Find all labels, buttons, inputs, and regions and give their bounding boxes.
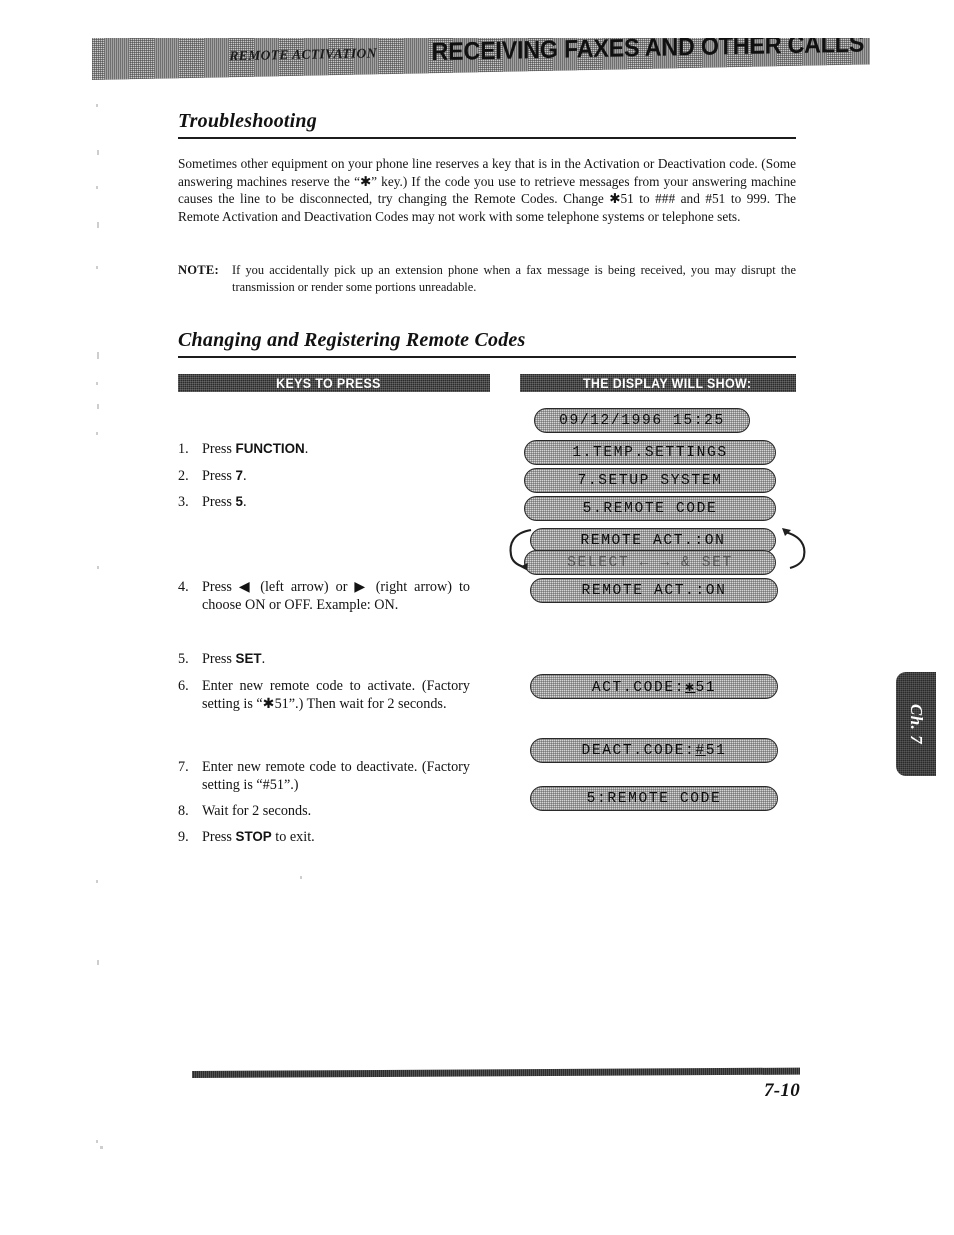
step-1-post: . — [304, 441, 309, 457]
scan-artifact — [97, 352, 99, 359]
column-header-display-label: THE DISPLAY WILL SHOW: — [582, 375, 752, 391]
step-7-number: 7. — [178, 759, 189, 775]
note-block: NOTE: If you accidentally pick up an ext… — [178, 262, 796, 295]
scan-artifact — [96, 382, 98, 385]
step-7: 7. Enter new remote code to deactivate. … — [178, 758, 470, 795]
heading-troubleshooting: Troubleshooting — [178, 110, 317, 132]
display-temp-settings: 1.TEMP.SETTINGS — [524, 440, 776, 465]
step-7-text: Enter new remote code to deactivate. (Fa… — [202, 759, 470, 794]
step-4-text: Press ◀ (left arrow) or ▶ (right arrow) … — [202, 579, 470, 614]
step-2-key: 7 — [235, 468, 243, 483]
step-1-number: 1. — [178, 441, 189, 457]
step-9-number: 9. — [178, 829, 189, 845]
step-8-text: Wait for 2 seconds. — [202, 803, 312, 819]
manual-page: REMOTE ACTIVATION RECEIVING FAXES AND OT… — [0, 0, 954, 1235]
step-6: 6. Enter new remote code to activate. (F… — [178, 677, 470, 714]
step-5-number: 5. — [178, 651, 189, 667]
heading-rule-2 — [178, 356, 796, 359]
scan-artifact — [96, 186, 98, 189]
step-1-key: FUNCTION — [235, 441, 305, 456]
scan-artifact — [96, 880, 98, 883]
scan-artifact — [96, 432, 98, 435]
column-header-keys: KEYS TO PRESS — [178, 374, 490, 392]
display-remote-act-on-2: REMOTE ACT.:ON — [530, 578, 778, 603]
display-select-and-set: SELECT ← → & SET — [524, 550, 776, 575]
step-3-number: 3. — [178, 494, 189, 510]
display-act-code: ACT.CODE:✱51 — [530, 674, 778, 699]
step-2-post: . — [242, 468, 247, 484]
step-9: 9. Press STOP to exit. — [178, 828, 478, 846]
step-5-pre: Press — [202, 651, 236, 667]
note-text: If you accidentally pick up an extension… — [232, 263, 796, 294]
header-section-label: REMOTE ACTIVATION — [229, 45, 377, 64]
step-9-post: to exit. — [271, 829, 315, 845]
step-3-post: . — [242, 494, 247, 510]
step-8-number: 8. — [178, 803, 189, 819]
scan-artifact — [97, 150, 99, 155]
loop-arrow-right — [779, 524, 813, 576]
step-8: 8. Wait for 2 seconds. — [178, 802, 478, 820]
display-setup-system: 7.SETUP SYSTEM — [524, 468, 776, 493]
footer-rule — [192, 1067, 800, 1078]
display-datetime: 09/12/1996 15:25 — [534, 408, 750, 433]
step-2-number: 2. — [178, 468, 189, 484]
step-5: 5. Press SET. — [178, 650, 478, 668]
heading-rule — [178, 137, 796, 140]
step-2-pre: Press — [202, 468, 236, 484]
scan-artifact — [300, 876, 302, 879]
loop-arrow-left — [503, 524, 537, 576]
column-header-display: THE DISPLAY WILL SHOW: — [520, 374, 796, 392]
step-4-number: 4. — [178, 579, 189, 595]
step-3-key: 5 — [235, 494, 243, 509]
step-1-pre: Press — [202, 441, 236, 457]
step-6-number: 6. — [178, 678, 189, 694]
note-label: NOTE: — [178, 263, 219, 277]
step-6-text: Enter new remote code to activate. (Fact… — [202, 678, 470, 713]
scan-artifact — [100, 1146, 103, 1149]
step-3: 3. Press 5. — [178, 493, 478, 511]
step-5-key: SET — [235, 651, 262, 666]
troubleshooting-paragraph: Sometimes other equipment on your phone … — [178, 156, 796, 224]
scan-artifact — [96, 1140, 98, 1143]
scan-artifact — [96, 104, 98, 107]
step-5-post: . — [261, 651, 266, 667]
display-remote-code-5: 5:REMOTE CODE — [530, 786, 778, 811]
step-9-pre: Press — [202, 829, 236, 845]
scan-artifact — [96, 266, 98, 269]
page-number: 7-10 — [763, 1080, 800, 1101]
running-header: REMOTE ACTIVATION RECEIVING FAXES AND OT… — [92, 38, 870, 80]
scan-artifact — [97, 404, 99, 409]
step-9-key: STOP — [235, 829, 272, 844]
header-chapter-title: RECEIVING FAXES AND OTHER CALLS — [431, 38, 864, 66]
step-1: 1. Press FUNCTION. — [178, 440, 478, 458]
heading-changing-remote-codes: Changing and Registering Remote Codes — [178, 329, 526, 351]
column-header-keys-label: KEYS TO PRESS — [276, 375, 381, 391]
chapter-tab: Ch. 7 — [896, 672, 936, 776]
scan-artifact — [97, 222, 99, 228]
display-remote-code: 5.REMOTE CODE — [524, 496, 776, 521]
step-2: 2. Press 7. — [178, 467, 478, 485]
step-3-pre: Press — [202, 494, 236, 510]
chapter-tab-label: Ch. 7 — [907, 703, 927, 745]
scan-artifact — [97, 566, 99, 569]
step-4: 4. Press ◀ (left arrow) or ▶ (right arro… — [178, 578, 470, 615]
display-deact-code: DEACT.CODE:#51 — [530, 738, 778, 763]
scan-artifact — [97, 960, 99, 965]
